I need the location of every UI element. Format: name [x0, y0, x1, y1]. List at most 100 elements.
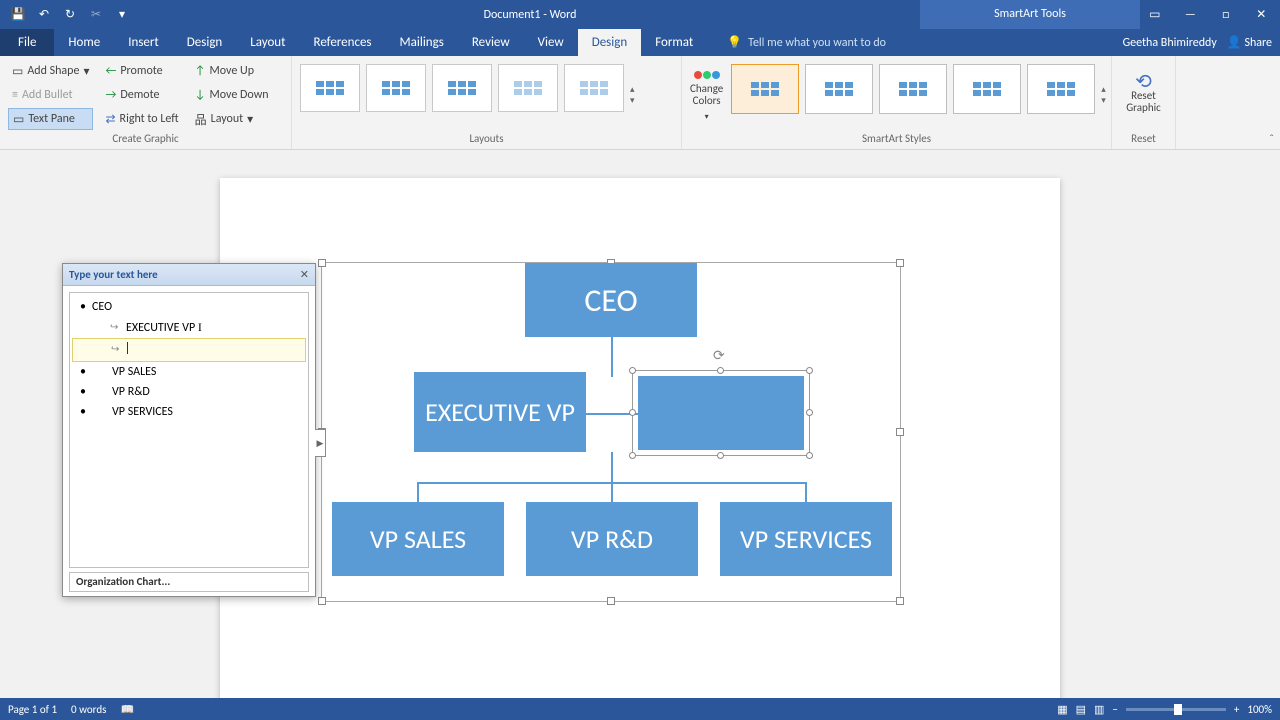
- text-pane-item[interactable]: VP R&D: [72, 382, 306, 402]
- ribbon-options-icon[interactable]: ▭: [1140, 3, 1170, 27]
- layout-thumb-3[interactable]: [432, 64, 492, 112]
- smartart-text-pane[interactable]: Type your text here ✕ CEO EXECUTIVE VP I…: [62, 263, 316, 597]
- tab-smartart-design[interactable]: Design: [578, 29, 641, 56]
- user-name[interactable]: Geetha Bhimireddy: [1123, 36, 1217, 50]
- tab-design[interactable]: Design: [173, 29, 236, 56]
- reset-graphic-button[interactable]: ⟲Reset Graphic: [1120, 60, 1167, 130]
- zoom-in-icon[interactable]: +: [1234, 703, 1239, 716]
- change-colors-button[interactable]: Change Colors▾: [690, 60, 723, 130]
- text-pane-footer[interactable]: Organization Chart...: [69, 572, 309, 592]
- promote-button[interactable]: ← Promote: [101, 60, 182, 82]
- proofing-icon[interactable]: 📖: [120, 703, 134, 716]
- add-bullet-button[interactable]: ≡ Add Bullet: [8, 84, 93, 106]
- resize-handle[interactable]: [896, 428, 904, 436]
- tab-references[interactable]: References: [300, 29, 386, 56]
- resize-handle[interactable]: [318, 259, 326, 267]
- move-down-button[interactable]: ↓ Move Down: [191, 84, 273, 106]
- layout-thumb-1[interactable]: [300, 64, 360, 112]
- resize-handle[interactable]: [607, 597, 615, 605]
- tell-me-search[interactable]: 💡Tell me what you want to do: [707, 29, 886, 56]
- resize-handle[interactable]: [318, 597, 326, 605]
- layout-button[interactable]: 品 Layout ▾: [191, 108, 273, 130]
- tab-review[interactable]: Review: [458, 29, 524, 56]
- tab-file[interactable]: File: [0, 29, 54, 56]
- collapse-ribbon-icon[interactable]: ˆ: [1269, 133, 1274, 147]
- connector: [611, 452, 613, 482]
- ribbon-tabs: File Home Insert Design Layout Reference…: [0, 29, 1280, 56]
- style-thumb-5[interactable]: [1027, 64, 1095, 114]
- zoom-out-icon[interactable]: −: [1112, 703, 1117, 716]
- rotate-handle-icon[interactable]: ⟳: [713, 347, 725, 364]
- document-area: CEO EXECUTIVE VP VP SALES VP R&D VP SERV…: [0, 150, 1280, 698]
- smartart-frame[interactable]: CEO EXECUTIVE VP VP SALES VP R&D VP SERV…: [321, 262, 901, 602]
- word-count[interactable]: 0 words: [71, 703, 106, 716]
- group-create-graphic: ▭ Add Shape ▾ ≡ Add Bullet ▭ Text Pane ←…: [0, 56, 292, 149]
- view-print-icon[interactable]: ▤: [1076, 703, 1086, 716]
- save-icon[interactable]: 💾: [6, 3, 30, 27]
- bulb-icon: 💡: [727, 35, 742, 50]
- text-pane-list[interactable]: CEO EXECUTIVE VP I VP SALES VP R&D VP SE…: [69, 292, 309, 568]
- window-title: Document1 - Word: [140, 8, 920, 22]
- close-text-pane-icon[interactable]: ✕: [300, 268, 309, 281]
- page[interactable]: CEO EXECUTIVE VP VP SALES VP R&D VP SERV…: [220, 178, 1060, 718]
- minimize-icon[interactable]: —: [1176, 3, 1206, 27]
- qat-more-icon[interactable]: ▾: [110, 3, 134, 27]
- close-icon[interactable]: ✕: [1247, 3, 1277, 27]
- contextual-tab-title: SmartArt Tools: [920, 0, 1140, 29]
- tab-layout[interactable]: Layout: [236, 29, 299, 56]
- group-layouts: ▴▾ Layouts: [292, 56, 682, 149]
- zoom-level[interactable]: 100%: [1247, 703, 1272, 716]
- maximize-icon[interactable]: □: [1211, 3, 1241, 27]
- share-button[interactable]: 👤 Share: [1227, 35, 1272, 50]
- text-pane-collapse-icon[interactable]: ▶: [315, 429, 326, 457]
- add-shape-button[interactable]: ▭ Add Shape ▾: [8, 60, 93, 82]
- view-web-icon[interactable]: ▥: [1094, 703, 1104, 716]
- title-bar: 💾 ↶ ↻ ✂ ▾ Document1 - Word SmartArt Tool…: [0, 0, 1280, 29]
- layout-thumb-2[interactable]: [366, 64, 426, 112]
- resize-handle[interactable]: [896, 259, 904, 267]
- tab-smartart-format[interactable]: Format: [641, 29, 707, 56]
- tab-home[interactable]: Home: [54, 29, 114, 56]
- window-controls: ▭ — □ ✕: [1140, 3, 1280, 27]
- ribbon: ▭ Add Shape ▾ ≡ Add Bullet ▭ Text Pane ←…: [0, 56, 1280, 150]
- tab-view[interactable]: View: [524, 29, 578, 56]
- text-pane-item[interactable]: VP SERVICES: [72, 402, 306, 422]
- node-exec-vp[interactable]: EXECUTIVE VP: [414, 372, 586, 452]
- layout-thumb-4[interactable]: [498, 64, 558, 112]
- connector: [611, 337, 613, 377]
- node-selection[interactable]: ⟳: [632, 370, 810, 456]
- text-pane-header: Type your text here ✕: [63, 264, 315, 286]
- undo-icon[interactable]: ↶: [32, 3, 56, 27]
- text-pane-item[interactable]: EXECUTIVE VP I: [72, 317, 306, 338]
- node-vp-services[interactable]: VP SERVICES: [720, 502, 892, 576]
- group-reset: ⟲Reset Graphic Reset: [1112, 56, 1176, 149]
- page-indicator[interactable]: Page 1 of 1: [8, 703, 57, 716]
- demote-button[interactable]: → Demote: [101, 84, 182, 106]
- group-smartart-styles: Change Colors▾ ▴▾ SmartArt Styles: [682, 56, 1112, 149]
- resize-handle[interactable]: [896, 597, 904, 605]
- text-pane-toggle[interactable]: ▭ Text Pane: [8, 108, 93, 130]
- redo-icon[interactable]: ↻: [58, 3, 82, 27]
- tab-insert[interactable]: Insert: [114, 29, 173, 56]
- move-up-button[interactable]: ↑ Move Up: [191, 60, 273, 82]
- style-thumb-2[interactable]: [805, 64, 873, 114]
- style-thumb-1[interactable]: [731, 64, 799, 114]
- tab-mailings[interactable]: Mailings: [386, 29, 458, 56]
- zoom-slider[interactable]: [1126, 708, 1226, 711]
- text-pane-item[interactable]: CEO: [72, 297, 306, 317]
- node-vp-sales[interactable]: VP SALES: [332, 502, 504, 576]
- node-vp-rnd[interactable]: VP R&D: [526, 502, 698, 576]
- rtl-button[interactable]: ⇄ Right to Left: [101, 108, 182, 130]
- style-thumb-3[interactable]: [879, 64, 947, 114]
- text-pane-item-active[interactable]: [72, 338, 306, 362]
- connector: [611, 482, 613, 502]
- layout-thumb-5[interactable]: [564, 64, 624, 112]
- cut-icon[interactable]: ✂: [84, 3, 108, 27]
- view-read-icon[interactable]: ▦: [1057, 703, 1067, 716]
- text-pane-item[interactable]: VP SALES: [72, 362, 306, 382]
- status-bar: Page 1 of 1 0 words 📖 ▦ ▤ ▥ − + 100%: [0, 698, 1280, 720]
- layouts-more-button[interactable]: ▴▾: [630, 64, 644, 126]
- connector: [805, 482, 807, 502]
- style-thumb-4[interactable]: [953, 64, 1021, 114]
- node-ceo[interactable]: CEO: [525, 263, 697, 337]
